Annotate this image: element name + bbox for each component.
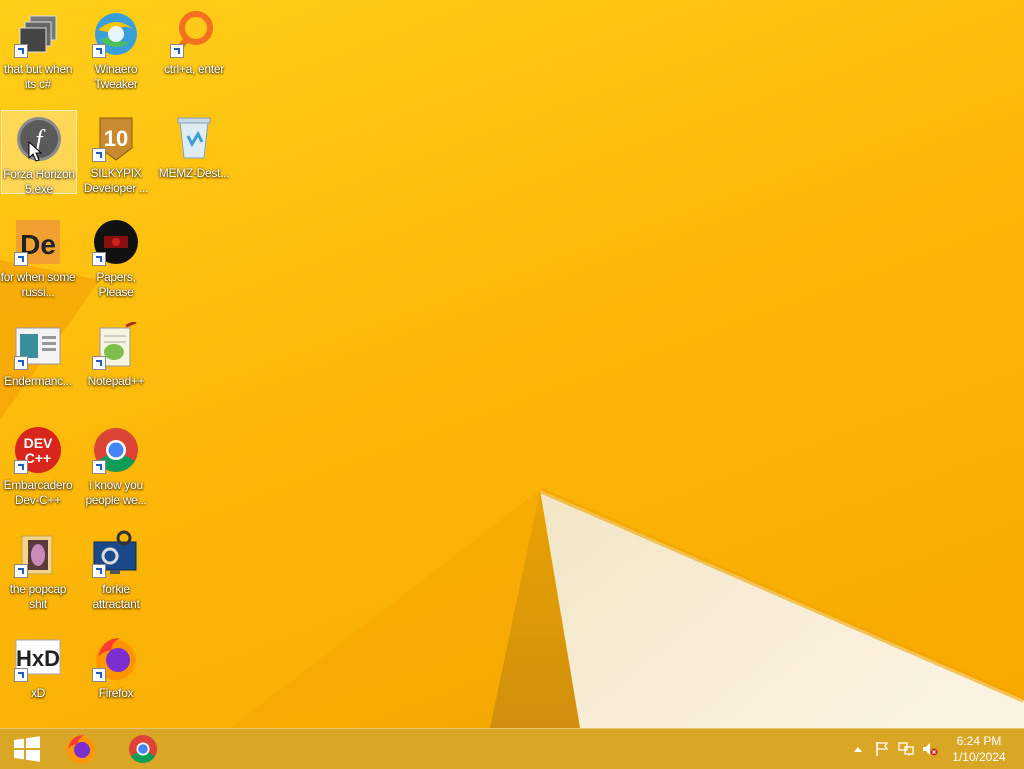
folder-icon <box>14 530 62 578</box>
icon-label: i know you people we... <box>85 478 147 507</box>
icon-label: for when some russi... <box>0 270 76 299</box>
icon-label: Embarcadero Dev-C++ <box>3 478 73 507</box>
desktop-icon-forkie-attractant[interactable]: forkie attractant <box>78 526 154 622</box>
desktop-icon-memz-dest[interactable]: MEMZ-Dest... <box>156 110 232 206</box>
svg-text:10: 10 <box>104 126 128 151</box>
icon-label: that but when its c# <box>3 62 73 91</box>
desktop-icon-endermanc[interactable]: Endermanc... <box>0 318 76 414</box>
desktop-icon-silkypix[interactable]: 10 SILKYPIX Developer ... <box>78 110 154 206</box>
monitor-gears-icon <box>92 530 140 578</box>
chrome-icon <box>92 426 140 474</box>
taskbar-clock[interactable]: 6:24 PM 1/10/2024 <box>942 733 1016 765</box>
de-icon: De <box>14 218 62 266</box>
papers-please-icon <box>92 218 140 266</box>
recycle-bin-icon <box>170 114 218 162</box>
icon-label: ctrl+a, enter <box>164 62 224 76</box>
desktop-icon-ctrl-a-enter[interactable]: ctrl+a, enter <box>156 6 232 102</box>
desktop-icon-i-know-you-people[interactable]: i know you people we... <box>78 422 154 518</box>
flag-icon <box>876 742 889 756</box>
icon-label: forkie attractant <box>92 582 140 611</box>
mouse-cursor-icon <box>28 141 42 162</box>
desktop-icon-winaero-tweaker[interactable]: Winaero Tweaker <box>78 6 154 102</box>
chrome-icon <box>129 735 157 763</box>
stacked-windows-icon <box>14 10 62 58</box>
svg-text:C++: C++ <box>25 450 51 466</box>
desktop-icon-firefox[interactable]: Firefox <box>78 630 154 726</box>
silkypix-10-icon: 10 <box>92 114 140 162</box>
icon-label: Endermanc... <box>4 374 72 388</box>
desktop-icon-notepad-plus-plus[interactable]: Notepad++ <box>78 318 154 414</box>
icon-label: SILKYPIX Developer ... <box>83 166 149 195</box>
taskbar: 6:24 PM 1/10/2024 <box>0 728 1024 769</box>
start-button[interactable] <box>0 729 54 769</box>
desktop[interactable]: that but when its c# f Forza Horizon 5.e… <box>0 0 1024 728</box>
dev-cpp-icon: DEV C++ <box>14 426 62 474</box>
notepad-plus-plus-icon <box>92 322 140 370</box>
desktop-icon-that-but-when-its-c[interactable]: that but when its c# <box>0 6 76 102</box>
desktop-icon-the-popcap-shit[interactable]: the popcap shit <box>0 526 76 622</box>
firefox-icon <box>92 634 140 682</box>
system-tray: 6:24 PM 1/10/2024 <box>846 729 1024 769</box>
icon-label: Forza Horizon 5.exe <box>3 167 75 196</box>
desktop-icon-xd[interactable]: HxD xD <box>0 630 76 726</box>
orange-ring-icon <box>170 10 218 58</box>
speaker-muted-icon <box>923 743 938 756</box>
desktop-icon-papers-please[interactable]: Papers, Please <box>78 214 154 310</box>
network-button[interactable] <box>894 729 918 769</box>
taskbar-firefox-button[interactable] <box>54 729 108 769</box>
svg-text:DEV: DEV <box>24 435 53 451</box>
volume-button[interactable] <box>918 729 942 769</box>
desktop-icon-for-when-some-russi[interactable]: De for when some russi... <box>0 214 76 310</box>
taskbar-chrome-button[interactable] <box>116 729 170 769</box>
clock-time: 6:24 PM <box>956 734 1002 748</box>
icon-label: Notepad++ <box>87 374 145 388</box>
show-hidden-icons-button[interactable] <box>846 729 870 769</box>
icon-label: Papers, Please <box>96 270 136 299</box>
winaero-icon <box>92 10 140 58</box>
firefox-icon <box>67 735 95 764</box>
clock-date: 1/10/2024 <box>952 750 1006 764</box>
icon-label: the popcap shit <box>9 582 67 611</box>
windows-logo-icon <box>14 736 40 762</box>
icon-label: Firefox <box>98 686 134 700</box>
icon-label: xD <box>30 686 46 700</box>
action-center-button[interactable] <box>870 729 894 769</box>
desktop-icon-embarcadero-dev-cpp[interactable]: DEV C++ Embarcadero Dev-C++ <box>0 422 76 518</box>
icon-label: MEMZ-Dest... <box>158 166 230 180</box>
chevron-up-icon <box>854 747 862 752</box>
icon-label: Winaero Tweaker <box>94 62 138 91</box>
network-icon <box>898 742 914 756</box>
window-preview-icon <box>14 322 62 370</box>
hxd-icon: HxD <box>14 634 62 682</box>
